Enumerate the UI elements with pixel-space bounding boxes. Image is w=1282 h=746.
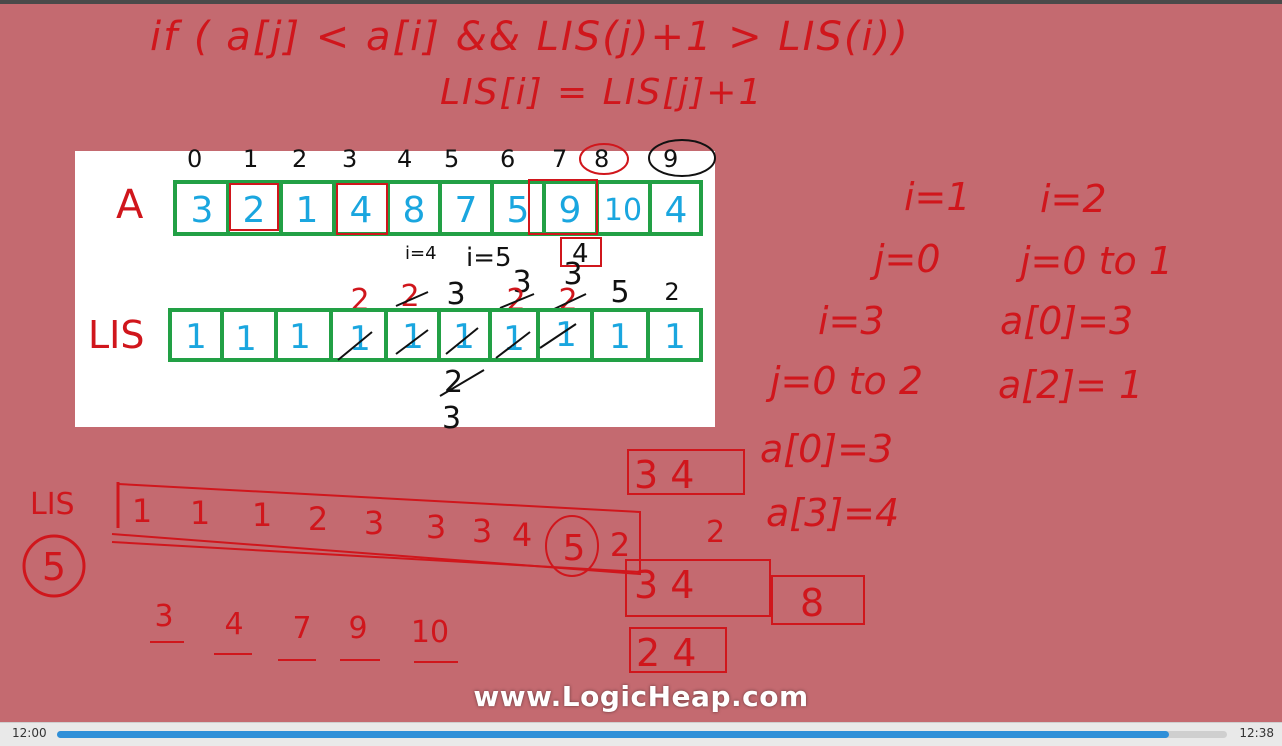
array-value: 5: [507, 190, 530, 231]
lis-row-value: 3: [364, 504, 384, 542]
array-value: 9: [559, 190, 582, 231]
index-label: 3: [342, 145, 357, 173]
lis-value: 1: [235, 319, 257, 359]
note-a2: a[2]= 1: [998, 363, 1143, 407]
index-label: 9: [663, 145, 678, 173]
lis-row-value: 3: [472, 512, 492, 550]
video-controls: 12:00 12:38: [0, 722, 1282, 746]
lis-row-value: 1: [252, 496, 272, 534]
sequence-value: 10: [411, 615, 449, 650]
seek-progress: [57, 731, 1169, 738]
index-label: 4: [397, 145, 412, 173]
final-sequence: 3 4 7 9 10: [154, 599, 449, 650]
box-values-1: 3 4: [634, 453, 694, 497]
whiteboard-canvas: if ( a[j] < a[i] && LIS(j)+1 > LIS(i)) L…: [0, 4, 1282, 722]
array-value: 10: [604, 193, 642, 228]
lis-value: 1: [349, 319, 371, 359]
array-value: 7: [455, 190, 478, 231]
index-label: 6: [500, 145, 515, 173]
current-time: 12:00: [12, 726, 47, 740]
result-value: 5: [42, 545, 66, 589]
note-a0: a[0]=3: [1000, 299, 1133, 343]
array-value: 8: [403, 190, 426, 231]
lis-row-value: 3: [426, 508, 446, 546]
note-two: 2: [706, 515, 725, 550]
lis-update: 2: [664, 278, 679, 306]
array-indices: 0 1 2 3 4 5 6 7 8 9: [187, 145, 678, 173]
lis-row-value: 2: [308, 500, 328, 538]
array-value: 2: [243, 190, 266, 231]
index-label: 7: [552, 145, 567, 173]
array-label: A: [116, 182, 144, 228]
sequence-value: 3: [154, 599, 173, 634]
lis-value: 1: [402, 317, 424, 357]
lis-row-value: 1: [190, 494, 210, 532]
index-label: 1: [243, 145, 258, 173]
right-notes: i=1 i=2 j=0 j=0 to 1 i=3 a[0]=3 j=0 to 2…: [760, 175, 1173, 535]
box-values-2b: 8: [800, 581, 824, 625]
index-9-circle: [648, 139, 716, 177]
lis-row-value: 4: [512, 516, 532, 554]
handwriting-layer: if ( a[j] < a[i] && LIS(j)+1 > LIS(i)) L…: [22, 14, 1173, 675]
lis-value: 1: [609, 317, 631, 357]
below-lis-2: 2: [444, 365, 463, 400]
lis-row-underline: [111, 541, 641, 573]
note-a3: a[3]=4: [766, 491, 899, 535]
lis-row-value: 5: [563, 528, 586, 569]
box-sequence-values: 3 4 2 3 4 8 2 4: [634, 453, 824, 675]
array-value: 4: [350, 190, 373, 231]
array-value: 4: [665, 190, 688, 231]
watermark: www.LogicHeap.com: [473, 680, 809, 713]
note-i2: i=2: [1040, 177, 1107, 221]
note-j0to2: j=0 to 2: [765, 359, 923, 403]
lis-row-value: 2: [610, 526, 630, 564]
lis-value: 1: [185, 317, 207, 357]
note-j0to1: j=0 to 1: [1015, 239, 1173, 283]
array-value: 3: [191, 190, 214, 231]
formula-line-1: if ( a[j] < a[i] && LIS(j)+1 > LIS(i)): [150, 14, 910, 60]
sequence-value: 9: [348, 611, 367, 646]
lis-value: 1: [453, 317, 475, 357]
lis-row-label: LIS: [30, 487, 75, 522]
lis-label: LIS: [88, 313, 145, 357]
index-label: 8: [594, 145, 609, 173]
lis-row-value: 1: [132, 492, 152, 530]
lis-update: 5: [610, 275, 629, 310]
note-i3: i=3: [818, 299, 885, 343]
lis-values: 1 1 1 1 1 1 1 1 1 1: [185, 315, 686, 359]
formula-line-2: LIS[i] = LIS[j]+1: [440, 72, 763, 113]
sequence-value: 7: [292, 611, 311, 646]
total-time: 12:38: [1239, 726, 1274, 740]
lis-update: 2: [350, 283, 369, 318]
box-values-3: 2 4: [636, 631, 696, 675]
note-i1: i=1: [904, 175, 971, 219]
sequence-value: 4: [224, 607, 243, 642]
index-label: 0: [187, 145, 202, 173]
below-lis-3: 3: [442, 401, 461, 436]
lis-value: 1: [289, 317, 311, 357]
lis-value: 1: [664, 317, 686, 357]
note-a0b: a[0]=3: [760, 427, 893, 471]
lis-update: 2: [558, 283, 577, 318]
note-i4: i=4: [405, 243, 437, 264]
index-label: 5: [444, 145, 459, 173]
note-i5: i=5: [466, 243, 512, 273]
seek-bar[interactable]: [57, 731, 1227, 738]
array-value: 1: [296, 190, 319, 231]
index-label: 2: [292, 145, 307, 173]
box-values-2: 3 4: [634, 563, 694, 607]
lis-update: 3: [446, 277, 465, 312]
note-j0: j=0: [869, 237, 941, 281]
